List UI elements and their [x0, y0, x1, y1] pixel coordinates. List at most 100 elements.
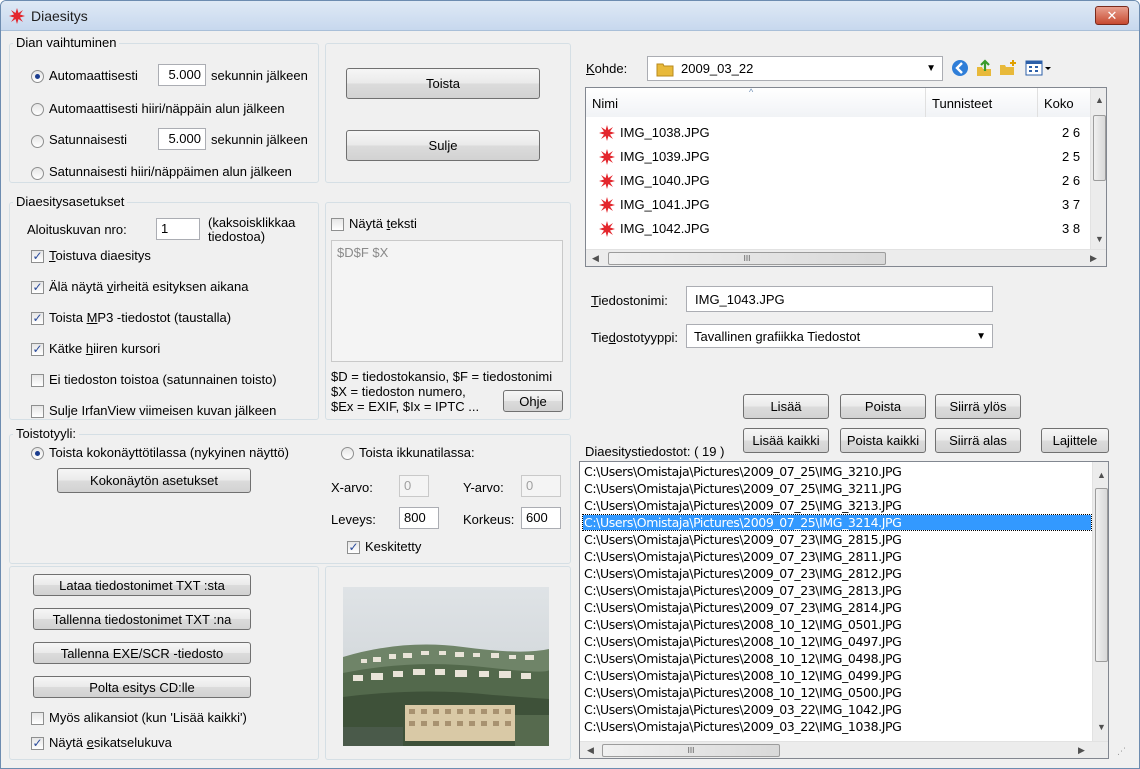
scroll-up-icon[interactable]: ▲	[1097, 470, 1106, 480]
look-in-value: 2009_03_22	[681, 61, 754, 76]
list-item[interactable]: C:\Users\Omistaja\Pictures\2009_03_22\IM…	[583, 719, 1091, 734]
filename-input[interactable]: IMG_1043.JPG	[686, 286, 993, 312]
file-browser-list[interactable]: Nimi Tunnisteet Koko ^ IMG_1038.JPG 2 6 I…	[585, 87, 1107, 267]
show-text-label: Näytä teksti	[349, 216, 417, 231]
save-exe-button[interactable]: Tallenna EXE/SCR -tiedosto	[33, 642, 251, 664]
list-item[interactable]: C:\Users\Omistaja\Pictures\2008_10_12\IM…	[583, 668, 1091, 683]
hide-errors-checkbox[interactable]: ✓	[31, 281, 44, 294]
repeat-slideshow-checkbox[interactable]: ✓	[31, 250, 44, 263]
resize-grip-icon[interactable]: ⋰	[1117, 746, 1126, 757]
column-header-size[interactable]: Koko	[1038, 88, 1092, 117]
y-value-input[interactable]: 0	[521, 475, 561, 497]
close-window-button[interactable]: ✕	[1095, 6, 1129, 25]
file-row[interactable]: IMG_1041.JPG 3 7	[586, 193, 1106, 217]
image-file-icon	[599, 221, 615, 237]
height-label: Korkeus:	[463, 512, 515, 527]
scroll-down-icon[interactable]: ▼	[1095, 234, 1104, 244]
slideshow-file-list[interactable]: C:\Users\Omistaja\Pictures\2009_07_25\IM…	[579, 461, 1109, 759]
list-item[interactable]: C:\Users\Omistaja\Pictures\2008_10_12\IM…	[583, 634, 1091, 649]
play-mp3-checkbox[interactable]: ✓	[31, 312, 44, 325]
new-folder-icon[interactable]	[999, 59, 1017, 77]
list-item[interactable]: C:\Users\Omistaja\Pictures\2009_07_23\IM…	[583, 583, 1091, 598]
move-up-button[interactable]: Siirrä ylös	[935, 394, 1021, 419]
scroll-left-icon[interactable]: ◀	[587, 745, 594, 756]
scrollbar-thumb[interactable]: III	[608, 252, 886, 265]
scroll-right-icon[interactable]: ▶	[1078, 745, 1085, 756]
scroll-down-icon[interactable]: ▼	[1097, 722, 1106, 732]
add-button[interactable]: Lisää	[743, 394, 829, 419]
load-txt-button[interactable]: Lataa tiedostonimet TXT :sta	[33, 574, 251, 596]
start-image-input[interactable]: 1	[156, 218, 200, 240]
random-key-radio[interactable]	[31, 167, 44, 180]
file-row[interactable]: IMG_1038.JPG 2 6	[586, 121, 1106, 145]
scroll-right-icon[interactable]: ▶	[1090, 253, 1097, 264]
list-item[interactable]: C:\Users\Omistaja\Pictures\2009_07_25\IM…	[583, 464, 1091, 479]
auto-time-radio[interactable]	[31, 70, 44, 83]
subfolders-label: Myös alikansiot (kun 'Lisää kaikki')	[49, 710, 247, 725]
show-preview-checkbox[interactable]: ✓	[31, 737, 44, 750]
file-row[interactable]: IMG_1039.JPG 2 5	[586, 145, 1106, 169]
slideshow-list-vertical-scrollbar[interactable]: ▲ ▼	[1092, 462, 1108, 741]
subfolders-checkbox[interactable]	[31, 712, 44, 725]
add-all-button[interactable]: Lisää kaikki	[743, 428, 829, 453]
width-input[interactable]: 800	[399, 507, 439, 529]
list-item[interactable]: C:\Users\Omistaja\Pictures\2009_07_23\IM…	[583, 566, 1091, 581]
burn-cd-button[interactable]: Polta esitys CD:lle	[33, 676, 251, 698]
column-header-tags[interactable]: Tunnisteet	[926, 88, 1038, 117]
sort-button[interactable]: Lajittele	[1041, 428, 1109, 453]
file-row[interactable]: IMG_1042.JPG 3 8	[586, 217, 1106, 241]
height-input[interactable]: 600	[521, 507, 561, 529]
selected-list-item[interactable]: C:\Users\Omistaja\Pictures\2009_07_25\IM…	[582, 514, 1092, 531]
scrollbar-thumb[interactable]	[1095, 488, 1108, 662]
look-in-combo[interactable]: 2009_03_22 ▼	[647, 56, 943, 81]
start-image-hint: (kaksoisklikkaa tiedostoa)	[208, 215, 296, 244]
list-item[interactable]: C:\Users\Omistaja\Pictures\2008_10_12\IM…	[583, 617, 1091, 632]
back-icon[interactable]	[951, 59, 969, 77]
file-list-horizontal-scrollbar[interactable]: ◀ III ▶	[586, 249, 1106, 266]
hide-cursor-checkbox[interactable]: ✓	[31, 343, 44, 356]
scrollbar-thumb[interactable]	[1093, 115, 1106, 181]
view-menu-icon[interactable]	[1025, 59, 1053, 77]
help-button[interactable]: Ohje	[503, 390, 563, 412]
slideshow-list-horizontal-scrollbar[interactable]: ◀ III ▶	[580, 741, 1108, 758]
play-button[interactable]: Toista	[346, 68, 540, 99]
list-item[interactable]: C:\Users\Omistaja\Pictures\2009_07_25\IM…	[583, 481, 1091, 496]
up-folder-icon[interactable]	[975, 59, 993, 77]
close-button[interactable]: Sulje	[346, 130, 540, 161]
remove-all-button[interactable]: Poista kaikki	[840, 428, 926, 453]
repeat-slideshow-label: Toistuva diaesitys	[49, 248, 151, 263]
list-item[interactable]: C:\Users\Omistaja\Pictures\2009_03_22\IM…	[583, 702, 1091, 717]
window-title: Diaesitys	[31, 8, 88, 24]
random-time-radio[interactable]	[31, 135, 44, 148]
center-window-checkbox[interactable]: ✓	[347, 541, 360, 554]
file-list-vertical-scrollbar[interactable]: ▲ ▼	[1090, 88, 1106, 249]
fullscreen-radio[interactable]	[31, 447, 44, 460]
fullscreen-settings-button[interactable]: Kokonäytön asetukset	[57, 468, 251, 493]
list-item[interactable]: C:\Users\Omistaja\Pictures\2009_07_23\IM…	[583, 532, 1091, 547]
list-item[interactable]: C:\Users\Omistaja\Pictures\2009_07_23\IM…	[583, 600, 1091, 615]
save-txt-button[interactable]: Tallenna tiedostonimet TXT :na	[33, 608, 251, 630]
close-icon: ✕	[1106, 8, 1118, 23]
close-after-last-checkbox[interactable]	[31, 405, 44, 418]
random-time-input[interactable]: 5.000	[158, 128, 206, 150]
file-row[interactable]: IMG_1040.JPG 2 6	[586, 169, 1106, 193]
scroll-left-icon[interactable]: ◀	[592, 253, 599, 264]
list-item[interactable]: C:\Users\Omistaja\Pictures\2008_10_12\IM…	[583, 651, 1091, 666]
scroll-up-icon[interactable]: ▲	[1095, 95, 1104, 105]
window-mode-radio[interactable]	[341, 447, 354, 460]
auto-time-input[interactable]: 5.000	[158, 64, 206, 86]
list-item[interactable]: C:\Users\Omistaja\Pictures\2009_07_25\IM…	[583, 498, 1091, 513]
filetype-combo[interactable]: Tavallinen grafiikka Tiedostot ▼	[686, 324, 993, 348]
scrollbar-thumb[interactable]: III	[602, 744, 780, 757]
overlay-text-field[interactable]: $D$F $X	[331, 240, 563, 362]
list-item[interactable]: C:\Users\Omistaja\Pictures\2008_10_12\IM…	[583, 685, 1091, 700]
list-item[interactable]: C:\Users\Omistaja\Pictures\2009_07_23\IM…	[583, 549, 1091, 564]
move-down-button[interactable]: Siirrä alas	[935, 428, 1021, 453]
x-value-input[interactable]: 0	[399, 475, 429, 497]
column-header-name[interactable]: Nimi	[586, 88, 926, 117]
auto-key-radio[interactable]	[31, 103, 44, 116]
show-text-checkbox[interactable]	[331, 218, 344, 231]
play-mp3-label: Toista MP3 -tiedostot (taustalla)	[49, 310, 232, 325]
remove-button[interactable]: Poista	[840, 394, 926, 419]
no-repeat-random-checkbox[interactable]	[31, 374, 44, 387]
